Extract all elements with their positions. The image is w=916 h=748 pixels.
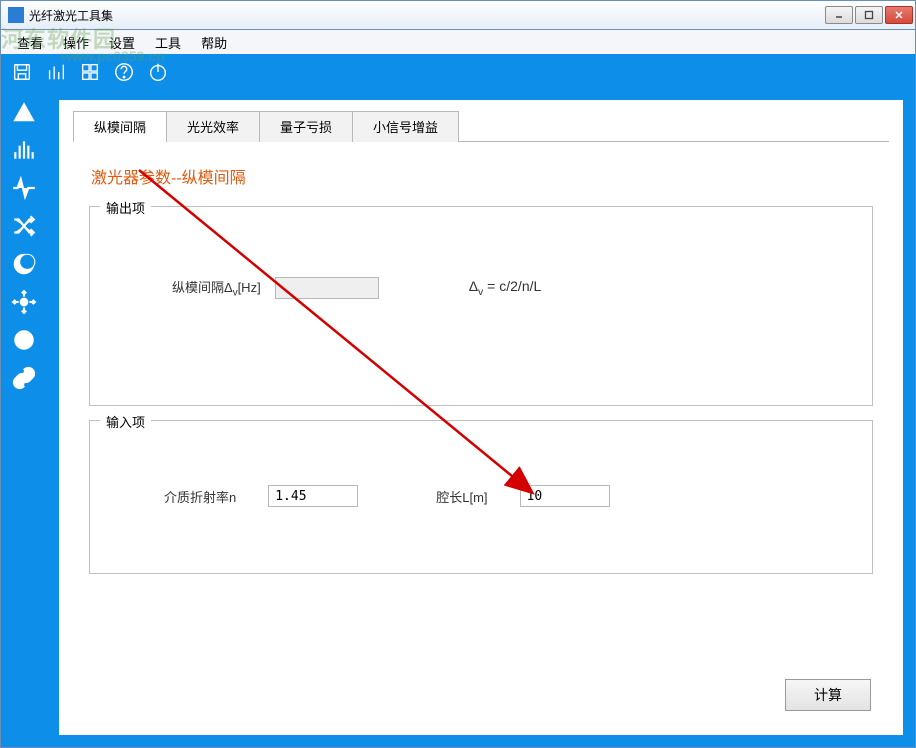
tool-bars-icon[interactable] xyxy=(43,59,69,85)
formula-text: Δv = c/2/n/L xyxy=(469,278,542,298)
tab-quantum-loss[interactable]: 量子亏损 xyxy=(259,111,353,142)
tool-help-icon[interactable] xyxy=(111,59,137,85)
main-panel: 纵模间隔 光光效率 量子亏损 小信号增益 激光器参数--纵模间隔 输出项 纵模间… xyxy=(59,100,903,735)
menu-tools[interactable]: 工具 xyxy=(145,30,191,55)
window-title: 光纤激光工具集 xyxy=(29,7,825,24)
window-titlebar: 光纤激光工具集 xyxy=(0,0,916,30)
maximize-button[interactable] xyxy=(855,6,883,24)
app-icon xyxy=(8,7,24,23)
cavity-length-label: 腔长L[m] xyxy=(436,487,487,506)
tab-longitudinal-mode[interactable]: 纵模间隔 xyxy=(73,111,167,142)
sidebar-expand-icon[interactable] xyxy=(8,286,40,318)
sidebar-shuffle-icon[interactable] xyxy=(8,210,40,242)
menubar: 河东软件园 www.pc0359.cn 查看 操作 设置 工具 帮助 xyxy=(0,30,916,54)
menu-help[interactable]: 帮助 xyxy=(191,30,237,55)
section-title: 激光器参数--纵模间隔 xyxy=(91,164,889,188)
refractive-index-label: 介质折射率n xyxy=(164,487,236,506)
close-button[interactable] xyxy=(885,6,913,24)
refractive-index-input[interactable] xyxy=(268,485,358,507)
tab-efficiency[interactable]: 光光效率 xyxy=(166,111,260,142)
sidebar-target-icon[interactable] xyxy=(8,324,40,356)
tab-row: 纵模间隔 光光效率 量子亏损 小信号增益 xyxy=(73,110,889,142)
tool-power-icon[interactable] xyxy=(145,59,171,85)
input-group-label: 输入项 xyxy=(100,412,151,431)
output-delta-input[interactable] xyxy=(275,277,379,299)
toolbar xyxy=(0,54,916,90)
sidebar-bars-icon[interactable] xyxy=(8,134,40,166)
sidebar-pulse-icon[interactable] xyxy=(8,172,40,204)
sidebar xyxy=(1,90,47,747)
calculate-button[interactable]: 计算 xyxy=(785,679,871,711)
tab-small-signal-gain[interactable]: 小信号增益 xyxy=(352,111,459,142)
sidebar-eclipse-icon[interactable] xyxy=(8,248,40,280)
menu-settings[interactable]: 设置 xyxy=(99,30,145,55)
tool-save-icon[interactable] xyxy=(9,59,35,85)
output-group-label: 输出项 xyxy=(100,198,151,217)
cavity-length-input[interactable] xyxy=(520,485,610,507)
output-group: 输出项 纵模间隔Δv[Hz] Δv = c/2/n/L xyxy=(89,206,873,406)
menu-operation[interactable]: 操作 xyxy=(53,30,99,55)
tool-grid-icon[interactable] xyxy=(77,59,103,85)
sidebar-pyramid-icon[interactable] xyxy=(8,96,40,128)
output-delta-label: 纵模间隔Δv[Hz] xyxy=(172,277,261,299)
input-group: 输入项 介质折射率n 腔长L[m] xyxy=(89,420,873,574)
minimize-button[interactable] xyxy=(825,6,853,24)
sidebar-link-icon[interactable] xyxy=(8,362,40,394)
menu-view[interactable]: 查看 xyxy=(7,30,53,55)
